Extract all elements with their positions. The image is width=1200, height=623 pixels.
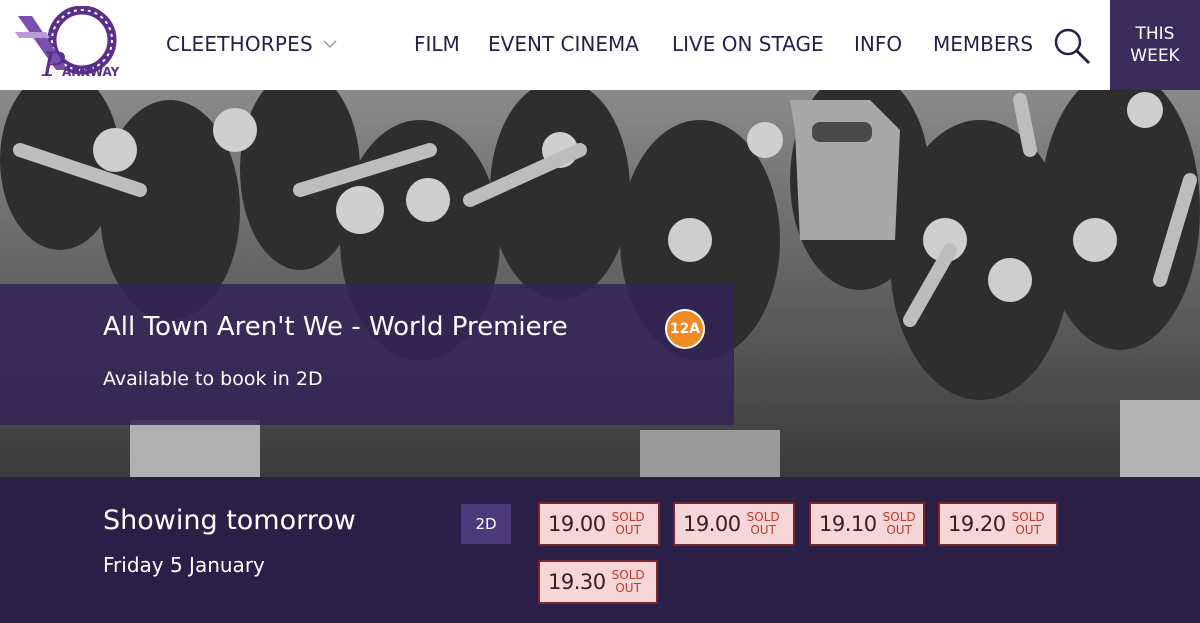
showtime-slot[interactable]: 19.00 SOLD OUT — [673, 502, 795, 546]
parkway-logo[interactable]: P ARKWAY — [10, 5, 126, 85]
showing-date: Friday 5 January — [103, 553, 265, 577]
search-button[interactable] — [1052, 26, 1092, 66]
sold-out-label: SOLD OUT — [883, 511, 916, 537]
showtime-time: 19.20 — [948, 512, 1006, 536]
location-label: CLEETHORPES — [166, 32, 313, 56]
sold-out-label: SOLD OUT — [1012, 511, 1045, 537]
sold-out-line2: OUT — [750, 523, 776, 537]
nav-film[interactable]: FILM — [414, 32, 460, 56]
nav-info[interactable]: INFO — [854, 32, 902, 56]
age-rating-badge: 12A — [665, 309, 705, 349]
this-week-line1: THIS — [1135, 24, 1175, 44]
showtime-time: 19.30 — [548, 570, 606, 594]
this-week-line2: WEEK — [1130, 46, 1180, 66]
film-title[interactable]: All Town Aren't We - World Premiere — [103, 312, 568, 342]
site-header: P ARKWAY CLEETHORPES FILM EVENT CINEMA L… — [0, 0, 1200, 90]
chevron-down-icon — [323, 40, 337, 49]
showing-heading: Showing tomorrow — [103, 505, 356, 536]
sold-out-line2: OUT — [615, 581, 641, 595]
location-selector[interactable]: CLEETHORPES — [166, 32, 337, 56]
sold-out-label: SOLD OUT — [612, 511, 645, 537]
hero-banner: All Town Aren't We - World Premiere 12A … — [0, 90, 1200, 477]
nav-members[interactable]: MEMBERS — [933, 32, 1033, 56]
showtimes-section: Showing tomorrow Friday 5 January 2D 19.… — [0, 477, 1200, 623]
showtime-slot[interactable]: 19.20 SOLD OUT — [938, 502, 1058, 546]
nav-live-on-stage[interactable]: LIVE ON STAGE — [672, 32, 824, 56]
sold-out-line2: OUT — [886, 523, 912, 537]
svg-text:ARKWAY: ARKWAY — [62, 65, 120, 79]
showtime-slot[interactable]: 19.00 SOLD OUT — [538, 502, 660, 546]
showtime-time: 19.00 — [548, 512, 606, 536]
sold-out-label: SOLD OUT — [747, 511, 780, 537]
format-badge: 2D — [461, 504, 511, 544]
search-icon — [1054, 28, 1091, 65]
sold-out-line2: OUT — [1015, 523, 1041, 537]
showtime-slot[interactable]: 19.30 SOLD OUT — [538, 560, 658, 604]
sold-out-label: SOLD OUT — [612, 569, 645, 595]
logo-icon: P ARKWAY — [15, 5, 120, 85]
sold-out-line2: OUT — [615, 523, 641, 537]
nav-event-cinema[interactable]: EVENT CINEMA — [488, 32, 639, 56]
availability-text: Available to book in 2D — [103, 368, 323, 390]
this-week-button[interactable]: THIS WEEK — [1110, 0, 1200, 90]
showtime-time: 19.00 — [683, 512, 741, 536]
showtime-slot[interactable]: 19.10 SOLD OUT — [809, 502, 925, 546]
showtime-time: 19.10 — [819, 512, 877, 536]
film-info-panel: All Town Aren't We - World Premiere 12A … — [0, 284, 734, 425]
